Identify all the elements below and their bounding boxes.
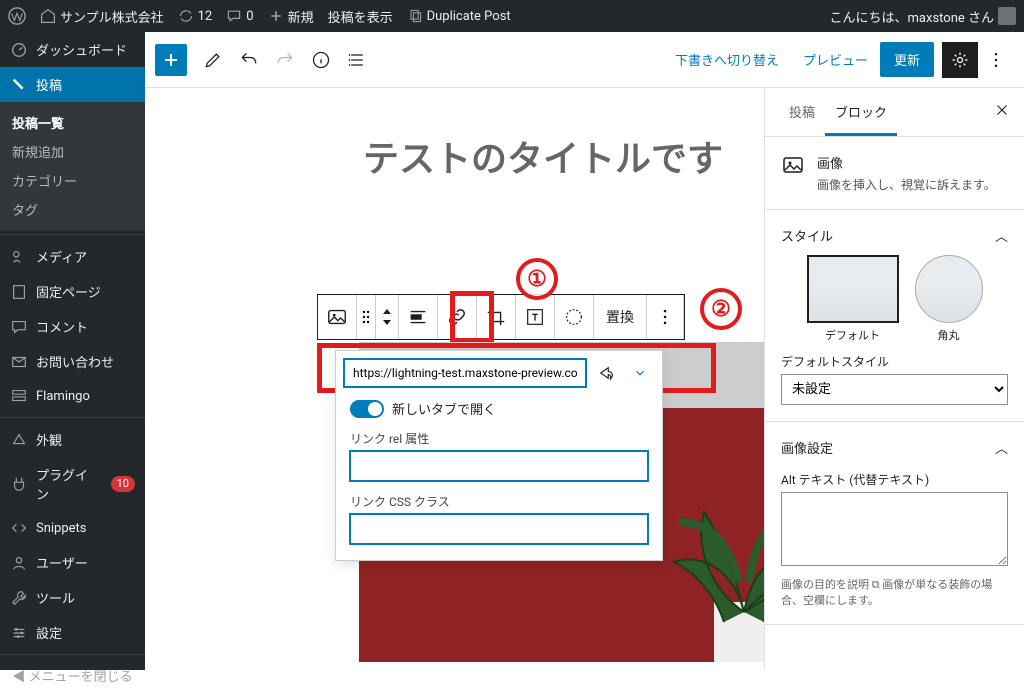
new-tab-label: 新しいタブで開く [392,399,496,418]
block-type-icon[interactable] [318,295,357,339]
sidebar-item-flamingo[interactable]: Flamingo [0,379,145,413]
rel-input[interactable] [350,451,648,481]
align-icon[interactable] [399,295,438,339]
sidebar-item-users[interactable]: ユーザー [0,545,145,580]
duotone-icon[interactable] [555,295,594,339]
admin-bar: サンプル株式会社 12 0 新規 投稿を表示 Duplicate Post こん… [0,0,1024,32]
sidebar-sub-categories[interactable]: カテゴリー [0,166,145,195]
inspector-panel: 投稿 ブロック 画像 画像を挿入し、視覚に訴えます。 スタイル ︿ デフォルト 角… [764,88,1024,670]
text-overlay-icon[interactable] [516,295,555,339]
sidebar-item-comments[interactable]: コメント [0,309,145,344]
comments-count[interactable]: 0 [226,8,253,24]
alt-help-text: 画像の目的を説明 ⧉ 画像が単なる装飾の場合、空欄にします。 [781,576,1008,608]
css-class-input[interactable] [350,514,648,544]
sidebar-item-settings[interactable]: 設定 [0,615,145,650]
rel-label: リンク rel 属性 [350,430,648,447]
redo-icon[interactable] [267,42,303,78]
sidebar-item-posts[interactable]: 投稿 [0,67,145,102]
replace-button[interactable]: 置換 [594,295,647,339]
editor-header: 下書きへ切り替え プレビュー 更新 [145,32,1024,88]
tab-post[interactable]: 投稿 [779,88,825,136]
site-link[interactable]: サンプル株式会社 [40,7,164,26]
switch-draft-button[interactable]: 下書きへ切り替え [663,42,791,77]
avatar [998,7,1016,25]
alt-label: Alt テキスト (代替テキスト) [781,471,1008,488]
outline-icon[interactable] [339,42,375,78]
sidebar-item-contact[interactable]: お問い合わせ [0,344,145,379]
admin-sidebar: ダッシュボード 投稿 投稿一覧 新規追加 カテゴリー タグ メディア 固定ページ… [0,32,145,670]
link-popover: 新しいタブで開く リンク rel 属性 リンク CSS クラス [335,350,663,561]
default-style-label: デフォルトスタイル [781,353,1008,370]
settings-gear-button[interactable] [942,42,978,78]
sidebar-item-dashboard[interactable]: ダッシュボード [0,32,145,67]
sidebar-item-media[interactable]: メディア [0,239,145,274]
sidebar-collapse[interactable]: ◀ メニューを閉じる [0,659,145,697]
sidebar-sub-tags[interactable]: タグ [0,195,145,224]
add-new[interactable]: 新規 [268,7,314,26]
sidebar-sub-list[interactable]: 投稿一覧 [0,108,145,137]
drag-handle-icon[interactable] [357,295,376,339]
wp-logo[interactable] [8,7,26,25]
move-arrows-icon[interactable] [376,295,399,339]
link-submit-icon[interactable] [592,359,620,387]
plugins-badge: 10 [111,476,135,492]
info-icon[interactable] [303,42,339,78]
post-title[interactable]: テストのタイトルです [363,130,764,182]
sidebar-item-pages[interactable]: 固定ページ [0,274,145,309]
style-default[interactable]: デフォルト [807,255,899,343]
default-style-select[interactable]: 未設定 [781,374,1008,405]
annotation-1: ① [516,258,558,300]
close-inspector-icon[interactable] [990,98,1014,122]
block-name: 画像 [817,153,996,172]
chevron-up-icon[interactable]: ︿ [995,438,1008,457]
css-label: リンク CSS クラス [350,493,648,510]
sidebar-item-plugins[interactable]: プラグイン10 [0,457,145,511]
tab-block[interactable]: ブロック [825,88,897,136]
preview-button[interactable]: プレビュー [791,42,880,77]
link-url-input[interactable] [344,359,586,387]
link-icon[interactable] [438,295,477,339]
crop-icon[interactable] [477,295,516,339]
sidebar-item-appearance[interactable]: 外観 [0,422,145,457]
block-toolbar: 置換 [317,294,685,340]
more-options-button[interactable] [978,42,1014,78]
editor-canvas: テストのタイトルです 置換 新しいタブで開く [145,88,764,670]
edit-mode-icon[interactable] [195,42,231,78]
sidebar-item-tools[interactable]: ツール [0,580,145,615]
undo-icon[interactable] [231,42,267,78]
alt-textarea[interactable] [781,492,1008,566]
block-type-image-icon [781,153,805,177]
chevron-up-icon[interactable]: ︿ [995,226,1008,245]
view-post[interactable]: 投稿を表示 [328,7,393,26]
block-desc: 画像を挿入し、視覚に訴えます。 [817,176,996,193]
image-settings-heading: 画像設定 [781,438,833,457]
block-more-icon[interactable] [647,295,684,339]
link-toggle-icon[interactable] [626,359,654,387]
sidebar-item-snippets[interactable]: Snippets [0,511,145,545]
new-tab-toggle[interactable] [350,400,384,418]
greeting[interactable]: こんにちは、maxstone さん [830,7,1016,26]
style-rounded[interactable]: 角丸 [915,255,983,343]
duplicate-post[interactable]: Duplicate Post [407,8,511,24]
sidebar-sub-new[interactable]: 新規追加 [0,137,145,166]
update-button[interactable]: 更新 [880,42,934,77]
reload-count[interactable]: 12 [178,8,213,24]
styles-heading: スタイル [781,226,833,245]
add-block-button[interactable] [155,44,187,76]
annotation-2: ② [700,288,742,330]
